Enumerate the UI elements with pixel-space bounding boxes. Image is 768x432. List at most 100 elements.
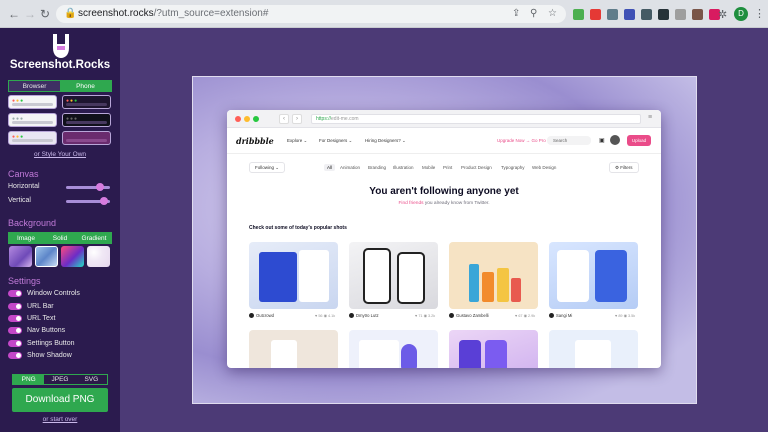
browser-toolbar: ← → ↻ 🔒 screenshot.rocks/?utm_source=ext…	[0, 0, 768, 28]
empty-state-title: You aren't following anyone yet	[369, 186, 519, 197]
background-swatch[interactable]	[61, 246, 84, 267]
lock-icon: 🔒	[64, 8, 77, 19]
style-thumbnail[interactable]: ●●●	[8, 95, 57, 109]
tab-gradient[interactable]: Gradient	[77, 233, 111, 243]
vertical-label: Vertical	[8, 197, 31, 204]
shot-thumbnail	[549, 330, 638, 368]
category-web-design: Web Design	[532, 165, 557, 170]
empty-state-subtitle: Find friends you already know from Twitt…	[227, 201, 661, 206]
shot-thumbnail	[549, 242, 638, 309]
tab-browser[interactable]: Browser	[9, 81, 60, 91]
window-controls-label: Window Controls	[27, 290, 80, 297]
share-icon[interactable]: ⇪	[512, 8, 520, 19]
shot-thumbnail	[449, 330, 538, 368]
shot-author: Outcrowd	[249, 313, 274, 319]
tab-image[interactable]: Image	[9, 233, 43, 243]
shot-thumbnail	[349, 242, 438, 309]
nav-hiring: Hiring Designers? ⌄	[365, 138, 406, 143]
show-shadow-toggle[interactable]	[8, 352, 22, 359]
forward-icon[interactable]: →	[24, 8, 36, 20]
sidebar: Screenshot.Rocks Browser Phone ●●● ●●● ●…	[0, 28, 120, 432]
extension-icon[interactable]	[658, 9, 669, 20]
avatar[interactable]: D	[734, 7, 748, 21]
extension-icon[interactable]	[607, 9, 618, 20]
rock-hand-logo-icon	[53, 34, 69, 58]
extension-icon[interactable]	[573, 9, 584, 20]
popular-heading: Check out some of today's popular shots	[249, 225, 347, 231]
settings-heading: Settings	[8, 276, 41, 286]
back-icon[interactable]: ←	[8, 8, 20, 20]
bookmark-star-icon[interactable]: ☆	[548, 8, 557, 19]
background-swatch[interactable]	[87, 246, 110, 267]
background-swatch[interactable]	[35, 246, 58, 267]
upgrade-link: Upgrade Now → Go Pro	[497, 138, 546, 143]
style-your-own-link[interactable]: or Style Your Own	[0, 151, 120, 158]
tab-phone[interactable]: Phone	[60, 81, 111, 91]
url-bar-toggle[interactable]	[8, 303, 22, 310]
close-dot-icon	[235, 116, 241, 122]
briefcase-icon: ▣	[599, 138, 605, 144]
puzzle-icon[interactable]: ✲	[718, 8, 727, 21]
shot-thumbnail	[249, 242, 338, 309]
show-shadow-label: Show Shadow	[27, 352, 72, 359]
style-thumbnail[interactable]: ●●●	[62, 95, 111, 109]
format-svg[interactable]: SVG	[75, 375, 107, 384]
shot-thumbnail	[449, 242, 538, 309]
dribbble-avatar	[610, 135, 620, 145]
mockup-back-icon: ‹	[279, 114, 289, 124]
filters-label: Filters	[620, 165, 633, 170]
shot-stats: ♥ 89 ◉ 3.5k	[615, 314, 636, 318]
dribbble-logo: dribbble	[236, 136, 274, 146]
url-bar-label: URL Bar	[27, 303, 54, 310]
start-over-link[interactable]: or start over	[0, 416, 120, 423]
extension-icon[interactable]	[641, 9, 652, 20]
category-mobile: Mobile	[422, 165, 436, 170]
settings-button-label: Settings Button	[27, 340, 75, 347]
shot-thumbnail	[249, 330, 338, 368]
horizontal-label: Horizontal	[8, 183, 40, 190]
slider-handle[interactable]	[100, 197, 108, 205]
vertical-slider[interactable]	[66, 197, 110, 205]
settings-button-toggle[interactable]	[8, 340, 22, 347]
dribbble-header: dribbble Explore ⌄ For Designers ⌄ Hirin…	[227, 128, 661, 154]
filter-bar: Following ⌄ All Animation Branding Illus…	[227, 162, 661, 176]
extension-icon[interactable]	[590, 9, 601, 20]
category-typography: Typography	[501, 165, 525, 170]
maximize-dot-icon	[253, 116, 259, 122]
style-thumbnail[interactable]	[62, 131, 111, 145]
mockup-browser-window: ‹ › https://edit-me.com ≡ dribbble Explo…	[227, 110, 661, 368]
format-jpeg[interactable]: JPEG	[44, 375, 76, 384]
upload-button: Upload	[627, 135, 651, 146]
style-thumbnail[interactable]: ●●●	[62, 113, 111, 127]
nav-buttons-toggle[interactable]	[8, 327, 22, 334]
download-button[interactable]: Download PNG	[12, 388, 108, 412]
reload-icon[interactable]: ↻	[40, 8, 50, 20]
window-controls-toggle[interactable]	[8, 290, 22, 297]
category-all: All	[324, 164, 336, 171]
minimize-dot-icon	[244, 116, 250, 122]
mockup-url-bar[interactable]: https://edit-me.com	[311, 114, 641, 124]
following-dropdown: Following ⌄	[249, 162, 286, 173]
background-swatch[interactable]	[9, 246, 32, 267]
find-friends-link: Find friends	[398, 201, 424, 206]
format-png[interactable]: PNG	[13, 375, 45, 384]
subtitle-text: you already know from Twitter.	[423, 201, 490, 206]
category-print: Print	[443, 165, 453, 170]
mockup-title-bar: ‹ › https://edit-me.com ≡	[227, 110, 661, 128]
extension-icon[interactable]	[692, 9, 703, 20]
address-text: screenshot.rocks/?utm_source=extension#	[78, 8, 269, 19]
address-bar[interactable]: 🔒 screenshot.rocks/?utm_source=extension…	[56, 5, 566, 23]
shot-author: Dmytro Lutz	[349, 313, 379, 319]
kebab-menu-icon[interactable]: ⋮	[754, 7, 765, 20]
style-thumbnail[interactable]: ●●●	[8, 131, 57, 145]
shot-author: Gustavo Zambelli	[449, 313, 489, 319]
extension-icon[interactable]	[675, 9, 686, 20]
horizontal-slider[interactable]	[66, 183, 110, 191]
extension-icon[interactable]	[624, 9, 635, 20]
zoom-icon[interactable]: ⚲	[530, 8, 537, 19]
style-thumbnail[interactable]: ●●●	[8, 113, 57, 127]
url-text-toggle[interactable]	[8, 315, 22, 322]
tab-solid[interactable]: Solid	[43, 233, 77, 243]
slider-handle[interactable]	[96, 183, 104, 191]
canvas-heading: Canvas	[8, 169, 39, 179]
